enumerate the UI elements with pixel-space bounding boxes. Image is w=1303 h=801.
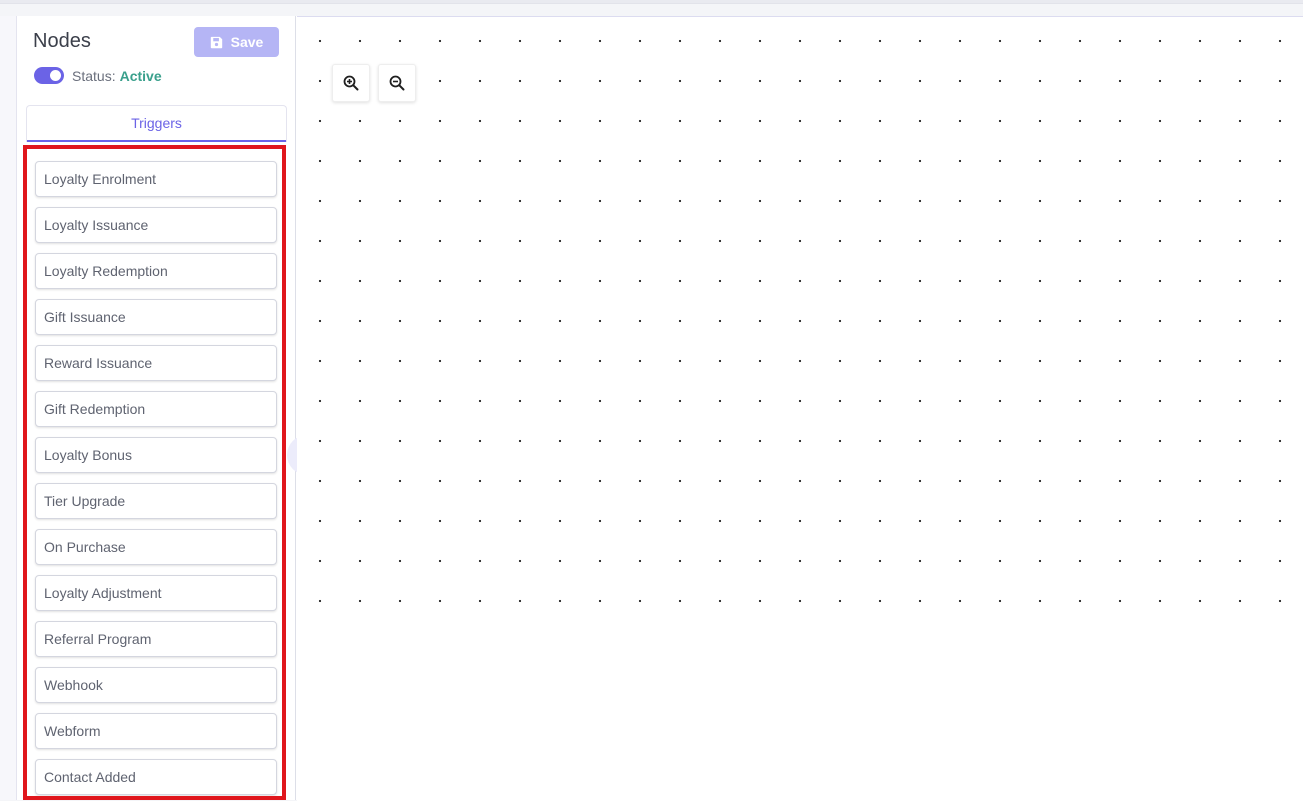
workflow-canvas[interactable] (297, 16, 1303, 801)
zoom-out-icon (389, 75, 405, 91)
trigger-item-webform[interactable]: Webform (35, 713, 277, 749)
zoom-in-button[interactable] (332, 64, 370, 102)
trigger-item-contact-added[interactable]: Contact Added (35, 759, 277, 795)
tab-triggers[interactable]: Triggers (27, 106, 286, 142)
trigger-item-loyalty-bonus[interactable]: Loyalty Bonus (35, 437, 277, 473)
trigger-item-referral-program[interactable]: Referral Program (35, 621, 277, 657)
trigger-item-webhook[interactable]: Webhook (35, 667, 277, 703)
trigger-item-tier-upgrade[interactable]: Tier Upgrade (35, 483, 277, 519)
save-button-label: Save (230, 34, 264, 50)
trigger-item-loyalty-enrolment[interactable]: Loyalty Enrolment (35, 161, 277, 197)
trigger-item-loyalty-adjustment[interactable]: Loyalty Adjustment (35, 575, 277, 611)
nodes-sidebar: Nodes Save Status: Active Triggers Loyal… (17, 16, 313, 800)
save-button[interactable]: Save (194, 27, 279, 57)
save-icon (210, 36, 222, 48)
status-label: Status: (72, 67, 116, 84)
trigger-item-loyalty-issuance[interactable]: Loyalty Issuance (35, 207, 277, 243)
toggle-knob (50, 70, 61, 81)
trigger-item-reward-issuance[interactable]: Reward Issuance (35, 345, 277, 381)
canvas-empty-area (297, 613, 1303, 801)
zoom-in-icon (343, 75, 359, 91)
status-toggle[interactable] (34, 67, 64, 84)
status-value: Active (119, 67, 162, 84)
top-bar (0, 0, 1303, 4)
trigger-item-gift-redemption[interactable]: Gift Redemption (35, 391, 277, 427)
trigger-item-gift-issuance[interactable]: Gift Issuance (35, 299, 277, 335)
page-title: Nodes (33, 30, 91, 52)
outer-left-rail (0, 16, 17, 800)
trigger-item-on-purchase[interactable]: On Purchase (35, 529, 277, 565)
zoom-out-button[interactable] (378, 64, 416, 102)
status-row: Status: Active (34, 67, 162, 84)
trigger-list[interactable]: Loyalty Enrolment Loyalty Issuance Loyal… (23, 145, 286, 800)
sidebar-tabs: Triggers (26, 105, 287, 142)
trigger-item-loyalty-redemption[interactable]: Loyalty Redemption (35, 253, 277, 289)
